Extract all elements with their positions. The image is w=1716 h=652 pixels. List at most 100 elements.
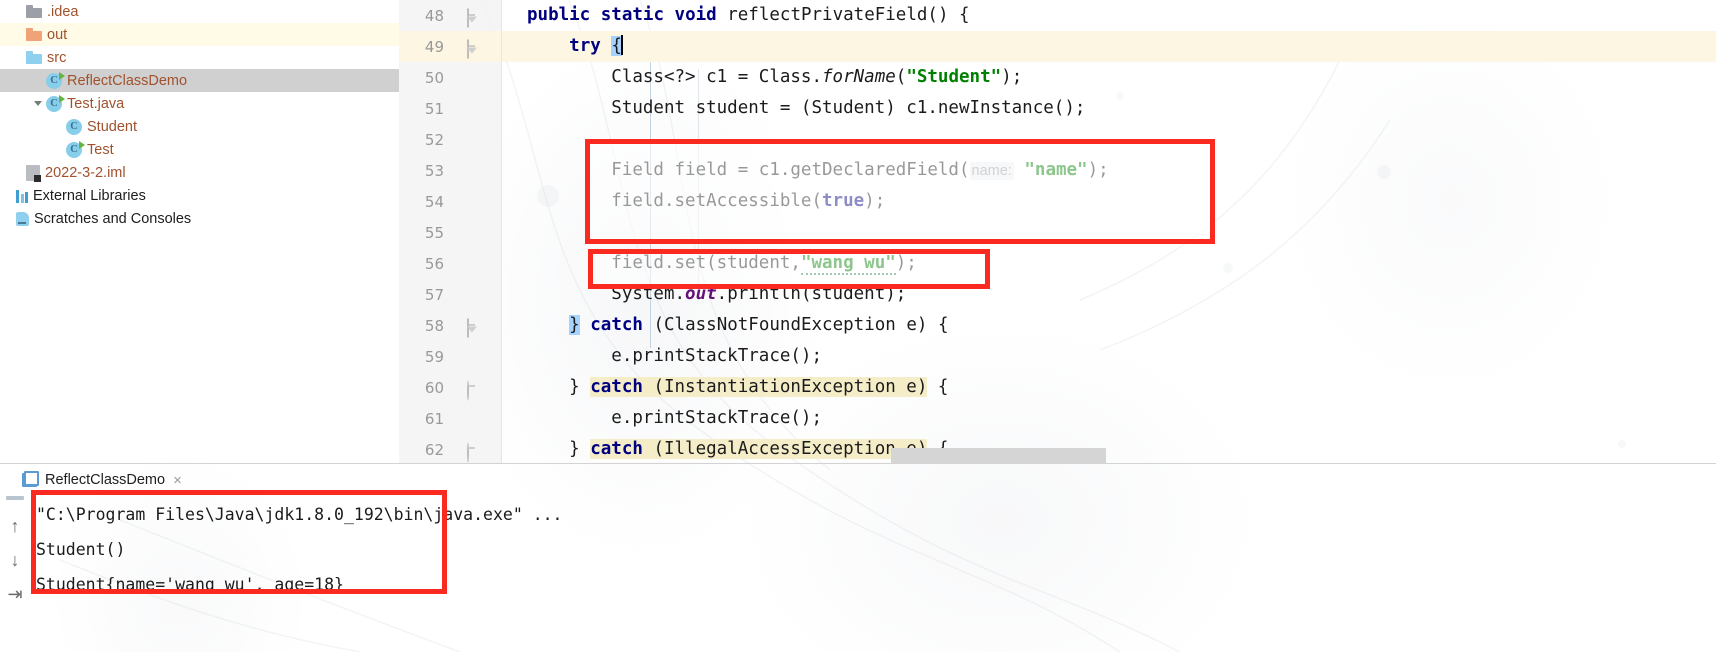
line-number: 52 <box>424 130 444 149</box>
gutter-line-49[interactable]: 49 <box>399 31 502 62</box>
tree-item-idea[interactable]: .idea <box>0 0 399 23</box>
code-line-55[interactable] <box>502 217 1716 248</box>
gutter-line-50[interactable]: 50 <box>399 62 502 93</box>
tree-item-label: External Libraries <box>33 187 146 204</box>
code-fold-icon[interactable] <box>467 39 478 58</box>
tree-item-2022-3-2-iml[interactable]: 2022-3-2.iml <box>0 161 399 184</box>
tree-item-scratches-and-consoles[interactable]: Scratches and Consoles <box>0 207 399 230</box>
project-tree-panel[interactable]: .idea out src C ReflectClassDemo C Test.java C S… <box>0 0 399 463</box>
line-number: 54 <box>424 192 444 211</box>
line-number: 58 <box>424 316 444 335</box>
chevron-down-icon[interactable] <box>30 101 46 106</box>
code-line-53[interactable]: Field field = c1.getDeclaredField(name: … <box>502 155 1716 186</box>
gutter-line-58[interactable]: 58 <box>399 310 502 341</box>
code-line-51[interactable]: Student student = (Student) c1.newInstan… <box>502 93 1716 124</box>
iml-file-icon <box>26 164 41 182</box>
line-number: 61 <box>424 409 444 428</box>
down-arrow-icon[interactable]: ↓ <box>5 550 25 570</box>
gutter-line-52[interactable]: 52 <box>399 124 502 155</box>
code-fold-icon[interactable] <box>467 380 478 400</box>
console-line: "C:\Program Files\Java\jdk1.8.0_192\bin\… <box>36 497 1708 532</box>
tree-item-src[interactable]: src <box>0 46 399 69</box>
console-tab-label: ReflectClassDemo <box>45 472 166 488</box>
code-line-62[interactable]: } catch (IllegalAccessException e) { <box>502 434 1716 463</box>
java-class-icon: C <box>66 118 82 135</box>
console-command-line: "C:\Program Files\Java\jdk1.8.0_192\bin\… <box>36 505 563 524</box>
tree-item-reflectclassdemo[interactable]: C ReflectClassDemo <box>0 69 399 92</box>
folder-blue-icon <box>26 51 42 64</box>
java-class-run-icon: C <box>46 71 65 89</box>
line-number: 60 <box>424 378 444 397</box>
gutter-line-57[interactable]: 57 <box>399 279 502 310</box>
gutter-line-56[interactable]: 56 <box>399 248 502 279</box>
tree-item-label: .idea <box>47 3 79 20</box>
ide-window: .idea out src C ReflectClassDemo C Test.java C S… <box>0 0 1716 652</box>
code-line-56[interactable]: field.set(student,"wang wu"); <box>502 248 1716 279</box>
tree-item-label: ReflectClassDemo <box>67 72 188 89</box>
code-editor[interactable]: 48 49 50 51 52 53 54 55 56 57 58 59 60 61 62 public st… <box>399 0 1716 463</box>
console-toolbar[interactable]: ↑ ↓ ⇥ <box>0 493 30 652</box>
tree-item-label: Student <box>87 118 137 135</box>
console-tab-reflectclassdemo[interactable]: ReflectClassDemo × <box>22 471 182 488</box>
tree-item-label: src <box>47 49 67 66</box>
tree-item-test-java[interactable]: C Test.java <box>0 92 399 115</box>
line-number: 62 <box>424 440 444 459</box>
panel-divider <box>0 463 1716 464</box>
tree-item-label: Test.java <box>67 95 125 112</box>
code-fold-icon[interactable] <box>467 8 478 27</box>
line-number: 53 <box>424 161 444 180</box>
libraries-icon <box>16 188 28 203</box>
code-line-57[interactable]: System.out.println(student); <box>502 279 1716 310</box>
gutter-line-60[interactable]: 60 <box>399 372 502 403</box>
folded-region-marker[interactable] <box>891 448 1106 463</box>
code-fold-icon[interactable] <box>467 442 478 462</box>
tree-item-test[interactable]: C Test <box>0 138 399 161</box>
code-line-49[interactable]: try { <box>502 31 1716 62</box>
gutter-line-48[interactable]: 48 <box>399 0 502 31</box>
console-output[interactable]: "C:\Program Files\Java\jdk1.8.0_192\bin\… <box>36 497 1708 652</box>
java-class-run-icon: C <box>46 94 65 112</box>
code-fold-icon[interactable] <box>467 318 478 337</box>
line-number: 55 <box>424 223 444 242</box>
code-line-54[interactable]: field.setAccessible(true); <box>502 186 1716 217</box>
toolbar-divider <box>6 496 24 500</box>
close-icon[interactable]: × <box>173 473 182 488</box>
gutter-line-59[interactable]: 59 <box>399 341 502 372</box>
editor-gutter[interactable]: 48 49 50 51 52 53 54 55 56 57 58 59 60 61 62 <box>399 0 502 463</box>
line-number: 48 <box>424 6 444 25</box>
gutter-line-61[interactable]: 61 <box>399 403 502 434</box>
up-arrow-icon[interactable]: ↑ <box>5 516 25 536</box>
code-line-48[interactable]: public static void reflectPrivateField()… <box>502 0 1716 31</box>
gutter-line-54[interactable]: 54 <box>399 186 502 217</box>
console-line: Student{name='wang wu', age=18} <box>36 575 344 594</box>
folder-orange-icon <box>26 28 42 41</box>
code-line-52[interactable] <box>502 124 1716 155</box>
java-class-run-icon: C <box>66 140 85 158</box>
gutter-line-51[interactable]: 51 <box>399 93 502 124</box>
gutter-line-55[interactable]: 55 <box>399 217 502 248</box>
code-line-50[interactable]: Class<?> c1 = Class.forName("Student"); <box>502 62 1716 93</box>
parameter-hint: name: <box>969 162 1014 180</box>
tree-item-out[interactable]: out <box>0 23 399 46</box>
tree-item-external-libraries[interactable]: External Libraries <box>0 184 399 207</box>
tree-item-label: Test <box>87 141 114 158</box>
console-icon <box>22 471 39 487</box>
scratches-icon <box>16 211 29 226</box>
gutter-line-53[interactable]: 53 <box>399 155 502 186</box>
line-number: 49 <box>424 37 444 56</box>
line-number: 56 <box>424 254 444 273</box>
soft-wrap-icon[interactable]: ⇥ <box>5 584 25 604</box>
code-line-61[interactable]: e.printStackTrace(); <box>502 403 1716 434</box>
line-number: 57 <box>424 285 444 304</box>
gutter-line-62[interactable]: 62 <box>399 434 502 463</box>
code-line-59[interactable]: e.printStackTrace(); <box>502 341 1716 372</box>
code-line-58[interactable]: } catch (ClassNotFoundException e) { <box>502 310 1716 341</box>
code-line-60[interactable]: } catch (InstantiationException e) { <box>502 372 1716 403</box>
editor-code-area[interactable]: public static void reflectPrivateField()… <box>502 0 1716 463</box>
tree-item-student[interactable]: C Student <box>0 115 399 138</box>
console-line: Student() <box>36 540 126 559</box>
line-number: 50 <box>424 68 444 87</box>
tree-item-label: Scratches and Consoles <box>34 210 192 227</box>
run-console-panel[interactable]: ReflectClassDemo × ↑ ↓ ⇥ "C:\Program Fil… <box>0 463 1716 652</box>
tree-item-label: 2022-3-2.iml <box>45 164 126 181</box>
